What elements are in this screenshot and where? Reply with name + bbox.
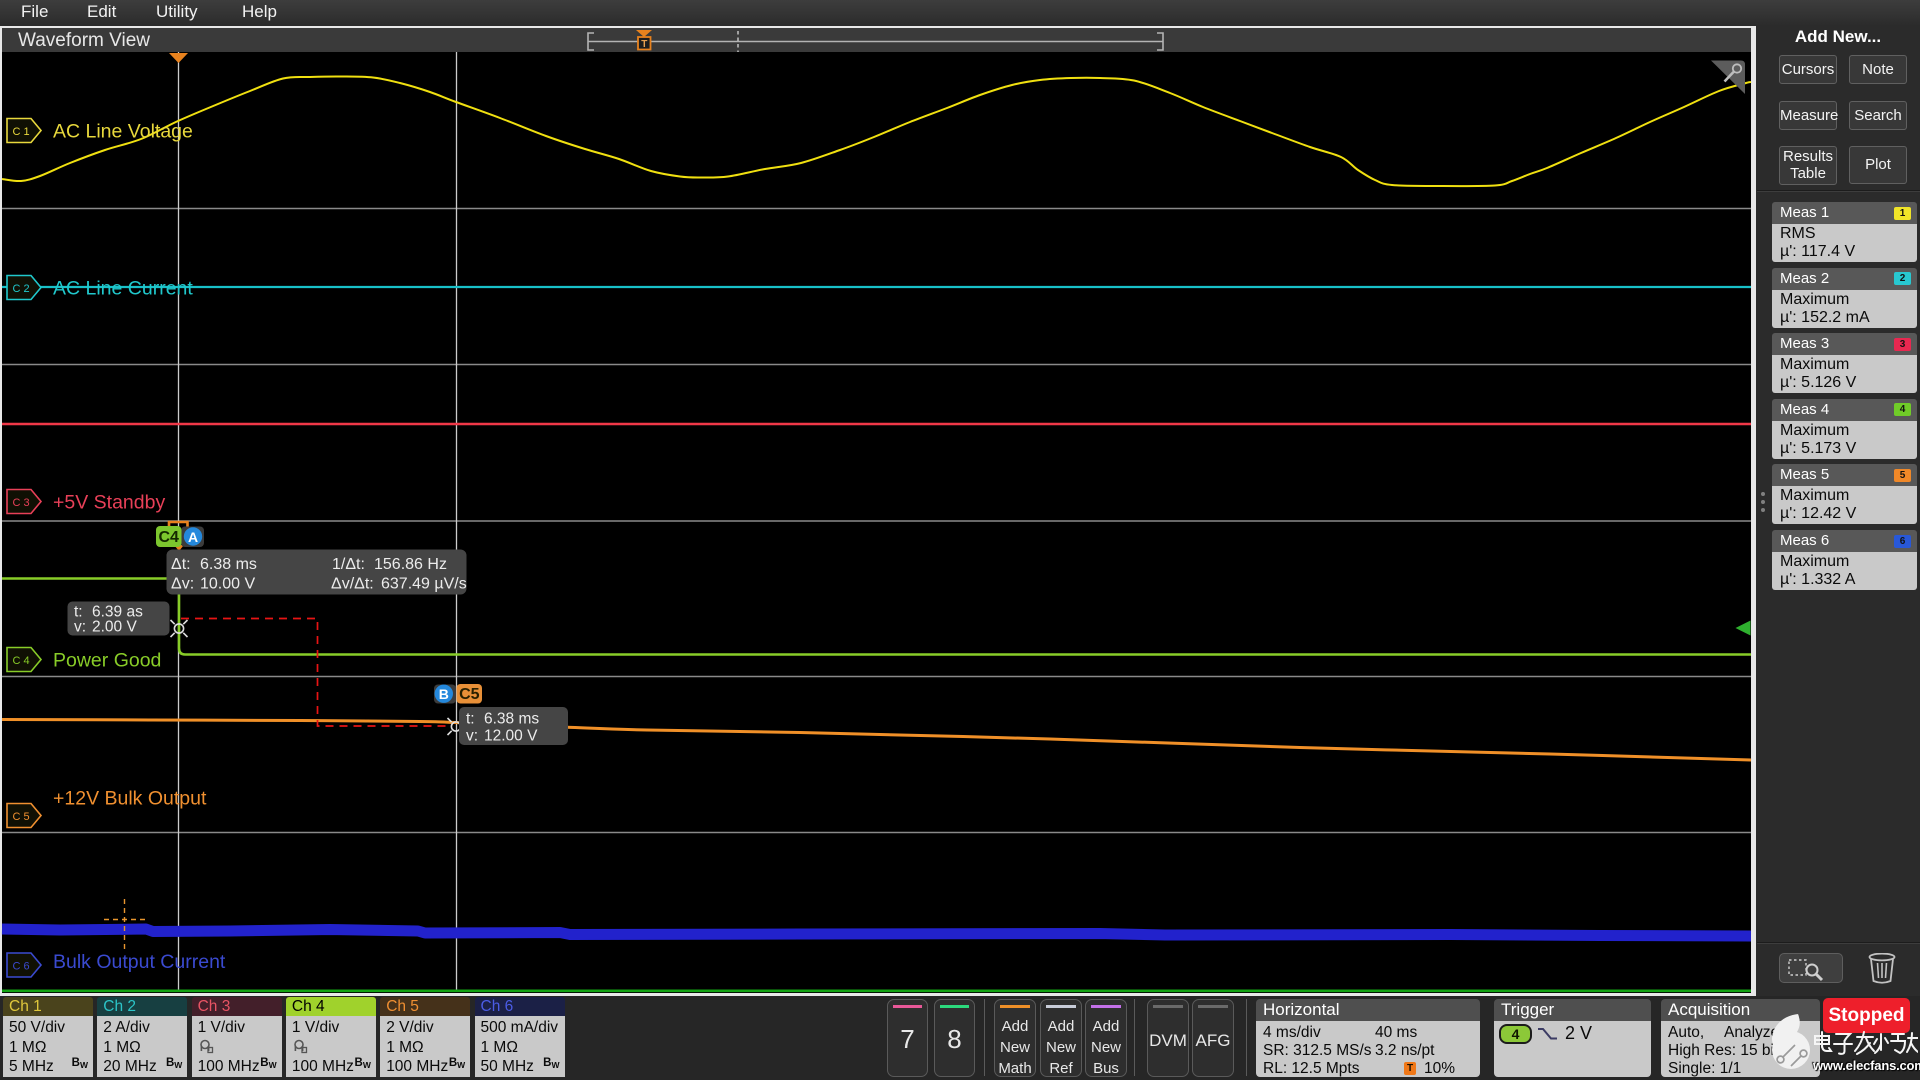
svg-text:+12V Bulk Output: +12V Bulk Output — [53, 788, 207, 810]
svg-text:Δt:: Δt: — [171, 556, 191, 573]
svg-text:637.49 µV/s: 637.49 µV/s — [381, 576, 467, 593]
svg-text:C 2: C 2 — [12, 283, 29, 295]
svg-text:C 5: C 5 — [12, 811, 29, 823]
svg-text:Power Good: Power Good — [53, 650, 161, 672]
svg-text:2.00 V: 2.00 V — [92, 619, 137, 636]
svg-text:6.38 ms: 6.38 ms — [200, 556, 257, 573]
svg-text:+5V Standby: +5V Standby — [53, 492, 165, 514]
svg-text:Bulk Output Current: Bulk Output Current — [53, 951, 226, 973]
svg-text:1/Δt:: 1/Δt: — [332, 556, 365, 573]
svg-text:B: B — [439, 686, 449, 702]
svg-text:C5: C5 — [459, 686, 480, 703]
svg-text:C4: C4 — [158, 529, 179, 546]
svg-text:C 1: C 1 — [12, 126, 29, 138]
svg-text:AC Line Current: AC Line Current — [53, 278, 193, 300]
svg-text:t:: t: — [466, 711, 475, 728]
svg-text:v:: v: — [466, 728, 478, 745]
svg-text:6.38 ms: 6.38 ms — [484, 711, 539, 728]
svg-text:v:: v: — [74, 619, 86, 636]
svg-text:Δv:: Δv: — [171, 576, 194, 593]
svg-text:Δv/Δt:: Δv/Δt: — [331, 576, 374, 593]
svg-text:10.00 V: 10.00 V — [200, 576, 255, 593]
svg-text:A: A — [188, 529, 198, 545]
svg-text:156.86 Hz: 156.86 Hz — [374, 556, 447, 573]
svg-text:AC Line Voltage: AC Line Voltage — [53, 121, 193, 143]
svg-text:C 4: C 4 — [12, 655, 29, 667]
svg-text:C 3: C 3 — [12, 497, 29, 509]
svg-text:12.00 V: 12.00 V — [484, 728, 538, 745]
svg-text:C 6: C 6 — [12, 961, 29, 973]
